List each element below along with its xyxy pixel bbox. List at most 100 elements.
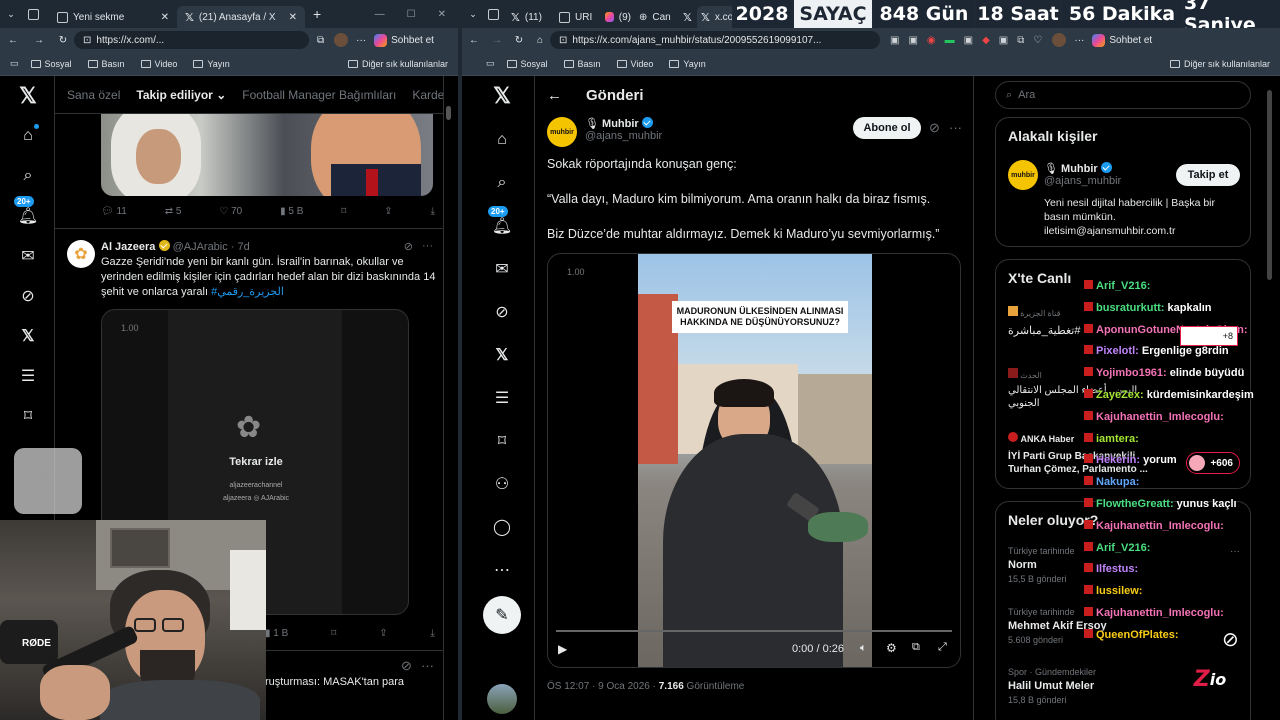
more-icon[interactable]: ··· bbox=[421, 658, 434, 673]
views-button[interactable]: ▮ 5 B bbox=[280, 206, 303, 217]
x-logo-icon[interactable]: 𝕏 bbox=[482, 76, 522, 116]
bookmarks-nav-icon[interactable]: ⌑ bbox=[482, 421, 522, 461]
tab-2[interactable]: URI bbox=[555, 6, 601, 28]
tab-fm[interactable]: Football Manager Bağımlıları bbox=[242, 88, 396, 102]
back-icon[interactable]: ← bbox=[462, 35, 486, 46]
more-nav-icon[interactable]: ⋯ bbox=[482, 550, 522, 590]
bookmarks-icon[interactable]: ▭ bbox=[486, 58, 495, 69]
profile-avatar[interactable] bbox=[334, 33, 349, 47]
home-icon[interactable]: ⌂ bbox=[8, 116, 48, 156]
close-icon[interactable]: ✕ bbox=[161, 12, 169, 23]
ext-icon[interactable]: ▣ bbox=[908, 35, 917, 46]
x-premium-icon[interactable]: 𝕏 bbox=[482, 335, 522, 375]
download-button[interactable]: ⤓ bbox=[431, 206, 435, 217]
address-bar[interactable]: ⊡ https://x.com/... bbox=[74, 31, 309, 49]
address-bar[interactable]: ⊡ https://x.com/ajans_muhbir/status/20095… bbox=[550, 31, 880, 49]
share-button[interactable]: ⇪ bbox=[384, 206, 392, 217]
views-button[interactable]: ▮ 1 B bbox=[265, 628, 288, 639]
account-avatar[interactable] bbox=[487, 684, 517, 714]
reply-button[interactable]: 💬︎ 11 bbox=[101, 206, 127, 217]
forward-icon[interactable]: → bbox=[486, 35, 508, 46]
workspaces-icon[interactable] bbox=[28, 8, 39, 20]
post1-image[interactable] bbox=[101, 114, 433, 196]
ext-icon[interactable]: ▬ bbox=[945, 35, 955, 46]
grok-icon[interactable]: ⊘ bbox=[482, 292, 522, 332]
left-scrollbar[interactable] bbox=[446, 106, 451, 120]
more-icon[interactable]: ··· bbox=[949, 120, 962, 135]
settings-icon[interactable]: ⚙ bbox=[886, 641, 897, 655]
tab-menu-icon[interactable]: ⌄ bbox=[0, 9, 22, 20]
bookmark-video[interactable]: Video bbox=[140, 59, 177, 69]
copilot-button[interactable]: Sohbet et bbox=[374, 33, 434, 47]
back-icon[interactable]: ← bbox=[0, 35, 26, 46]
tab-4[interactable]: ⊕ Can bbox=[635, 6, 681, 28]
bookmark-button[interactable]: ⌑ bbox=[331, 628, 336, 639]
x-premium-icon[interactable]: 𝕏 bbox=[8, 316, 48, 356]
follow-button[interactable]: Takip et bbox=[1176, 164, 1240, 186]
grok-icon[interactable]: ⊘ bbox=[929, 120, 940, 136]
ext-icon[interactable]: ▣ bbox=[964, 35, 973, 46]
ext-icon[interactable]: ♡ bbox=[1033, 35, 1042, 46]
more-icon[interactable]: ··· bbox=[422, 240, 433, 252]
tab-1[interactable]: 𝕏 (11) bbox=[507, 6, 555, 28]
author-handle[interactable]: @ajans_muhbir bbox=[585, 130, 662, 142]
bookmark-sosyal[interactable]: Sosyal bbox=[506, 59, 548, 69]
compose-button[interactable]: ✎ bbox=[483, 596, 521, 634]
tab-5[interactable]: 𝕏 bbox=[681, 6, 697, 28]
post3-snippet[interactable]: ruşturması: MASAK'tan para bbox=[265, 676, 404, 688]
lists-icon[interactable]: ☰ bbox=[8, 356, 48, 396]
bookmark-basin[interactable]: Basın bbox=[563, 59, 601, 69]
window-close-icon[interactable]: ✕ bbox=[438, 9, 446, 20]
messages-icon[interactable]: ✉ bbox=[482, 249, 522, 289]
ext-icon[interactable]: ▣ bbox=[890, 35, 899, 46]
reload-icon[interactable]: ↻ bbox=[508, 35, 530, 46]
more-icon[interactable]: ··· bbox=[1074, 35, 1084, 46]
new-tab-button[interactable]: + bbox=[313, 6, 321, 22]
bookmark-basin[interactable]: Basın bbox=[87, 59, 125, 69]
bookmark-sosyal[interactable]: Sosyal bbox=[30, 59, 72, 69]
more-icon[interactable]: ··· bbox=[356, 35, 366, 46]
repost-button[interactable]: ⇄ 5 bbox=[165, 206, 182, 217]
ext-icon[interactable]: ▣ bbox=[999, 35, 1008, 46]
ext-icon[interactable]: ⧉ bbox=[1017, 35, 1024, 46]
search-box[interactable]: ⌕ Ara bbox=[995, 81, 1251, 109]
hashtag-link[interactable]: #الجزيرة_رقمي bbox=[211, 286, 284, 298]
live-item-1[interactable]: تغطية_مباشرة# bbox=[1008, 324, 1080, 337]
search-icon[interactable]: ⌕ bbox=[482, 163, 522, 203]
x-logo-icon[interactable]: 𝕏 bbox=[8, 76, 48, 116]
extensions-icon[interactable]: ⧉ bbox=[317, 35, 324, 46]
right-scrollbar[interactable] bbox=[1267, 90, 1272, 280]
grok-icon[interactable]: ⊘ bbox=[401, 658, 412, 674]
video-progress-bar[interactable] bbox=[556, 630, 952, 632]
lists-icon[interactable]: ☰ bbox=[482, 378, 522, 418]
home-icon[interactable]: ⌂ bbox=[530, 35, 550, 46]
search-icon[interactable]: ⌕ bbox=[8, 156, 48, 196]
bookmarks-nav-icon[interactable]: ⌑ bbox=[8, 396, 48, 436]
bookmark-video[interactable]: Video bbox=[616, 59, 653, 69]
bookmarks-icon[interactable]: ▭ bbox=[10, 58, 19, 69]
pip-icon[interactable]: ⧉ bbox=[912, 641, 920, 654]
tab-x-home[interactable]: 𝕏 (21) Anasayfa / X ✕ bbox=[177, 6, 305, 28]
messages-icon[interactable]: ✉ bbox=[8, 236, 48, 276]
maximize-icon[interactable]: ☐ bbox=[407, 9, 416, 20]
copilot-button[interactable]: Sohbet et bbox=[1092, 33, 1152, 47]
muhbir-avatar[interactable]: muhbir bbox=[547, 117, 577, 147]
tab-following[interactable]: Takip ediliyor ⌄ bbox=[136, 88, 226, 102]
minimize-icon[interactable]: — bbox=[375, 9, 385, 20]
volume-icon[interactable]: 🔈︎ bbox=[860, 642, 867, 655]
related-avatar[interactable]: muhbir bbox=[1008, 160, 1038, 190]
share-button[interactable]: ⇪ bbox=[379, 628, 387, 639]
grok-icon[interactable]: ⊘ bbox=[404, 240, 413, 253]
profile-avatar[interactable] bbox=[1052, 33, 1067, 47]
communities-icon[interactable]: ⚇ bbox=[482, 464, 522, 504]
subscribe-button[interactable]: Abone ol bbox=[853, 117, 921, 139]
notifications-icon[interactable]: 🔔︎ 20+ bbox=[482, 206, 522, 246]
author-name[interactable]: Muhbir bbox=[602, 118, 639, 130]
bookmark-other[interactable]: Diğer sık kullanılanlar bbox=[347, 59, 448, 69]
ext-icon[interactable]: ◆ bbox=[982, 35, 990, 46]
extensions-strip[interactable]: ▣ ▣ ◉ ▬ ▣ ◆ ▣ ⧉ ♡ bbox=[890, 35, 1042, 46]
grok-icon[interactable]: ⊘ bbox=[8, 276, 48, 316]
tab-karde[interactable]: Karde bbox=[412, 88, 443, 102]
ext-icon[interactable]: ◉ bbox=[927, 35, 936, 46]
reload-icon[interactable]: ↻ bbox=[52, 35, 74, 46]
